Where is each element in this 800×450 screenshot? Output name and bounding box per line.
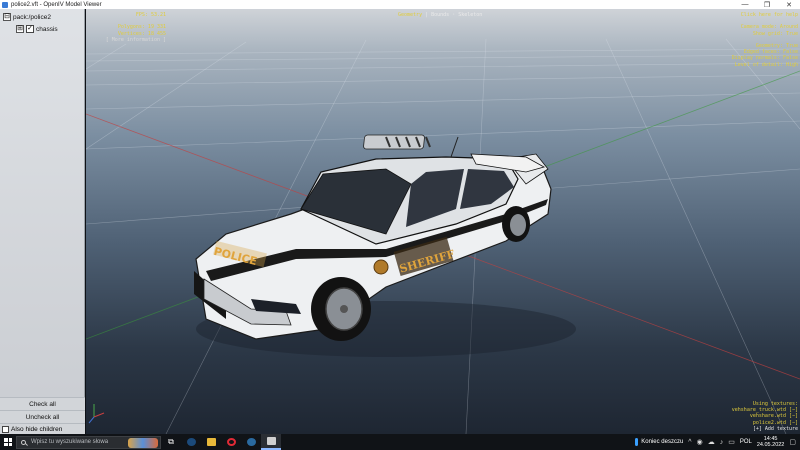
more-info-link[interactable]: [ More information ] (86, 37, 166, 43)
axis-gizmo (88, 404, 105, 424)
check-all-button[interactable]: Check all (0, 397, 85, 410)
tree-item-chassis[interactable]: ⊞ ✓ chassis (3, 23, 81, 35)
settings-overlay: Click here for help Camera mode: Around … (732, 12, 798, 68)
model-tree-panel: ⊟ pack:/police2 ⊞ ✓ chassis Check all Un… (0, 9, 85, 434)
minimize-button[interactable]: — (734, 0, 756, 9)
view-mode-switcher: Geometry | Bounds · Skeleton (398, 12, 482, 18)
openiv-taskbar-button[interactable] (261, 434, 281, 450)
notifications-icon[interactable]: ▢ (789, 438, 796, 446)
openiv-icon (266, 437, 276, 445)
search-highlight-image (128, 437, 158, 448)
tree-item-label: chassis (36, 25, 58, 33)
expand-icon[interactable]: ⊞ (16, 25, 24, 33)
uncheck-all-button[interactable]: Uncheck all (0, 410, 85, 423)
file-explorer-icon (206, 438, 216, 446)
opera-icon (226, 438, 236, 446)
search-placeholder: Wpisz tu wyszukiwane słowa (31, 439, 109, 445)
display-normals-toggle[interactable]: Display normals: False (732, 55, 798, 61)
stats-overlay: FPS: 53.21 Polygons: 19 331 Vertices: 18… (86, 12, 166, 43)
weather-icon (635, 438, 639, 446)
search-icon (21, 439, 26, 445)
tab-geometry[interactable]: Geometry (398, 12, 422, 18)
openiv-app-icon (2, 1, 8, 8)
model-tree: ⊟ pack:/police2 ⊞ ✓ chassis (0, 9, 84, 37)
opera-button[interactable] (221, 434, 241, 450)
system-tray: Koniec deszczu ^ ◉ ☁ ♪ ▭ POL 14:45 24.05… (635, 436, 800, 449)
help-link[interactable]: Click here for help (732, 12, 798, 18)
chassis-checkbox[interactable]: ✓ (26, 25, 34, 33)
minimize-icon: — (741, 1, 749, 8)
speaker-icon[interactable]: ♪ (720, 439, 724, 446)
tree-item-label: pack:/police2 (13, 13, 51, 21)
file-explorer-button[interactable] (201, 434, 221, 450)
collapse-icon[interactable]: ⊟ (3, 13, 11, 21)
chevron-up-icon[interactable]: ^ (688, 439, 691, 446)
windows-logo-icon (4, 438, 12, 446)
hide-children-label: Also hide children (11, 425, 63, 433)
tab-bounds-skeleton[interactable]: | Bounds · Skeleton (425, 12, 482, 18)
maximize-button[interactable]: ❐ (756, 0, 778, 9)
hide-children-checkbox[interactable] (2, 425, 9, 433)
window-title: police2.vft - OpenIV Model Viewer (11, 1, 102, 8)
camera-mode-toggle[interactable]: Camera mode: Around (732, 24, 798, 30)
steam-icon (186, 438, 196, 446)
weather-text: Koniec deszczu (641, 439, 684, 445)
sheriff-badge-icon (373, 259, 389, 275)
steam-icon (246, 438, 256, 446)
cloud-icon[interactable]: ☁ (708, 438, 715, 446)
police-car-model: POLICE SHERIFF (194, 134, 576, 357)
language-indicator[interactable]: POL (740, 439, 752, 445)
network-icon[interactable]: ◉ (697, 438, 703, 446)
hide-children-toggle[interactable]: Also hide children (0, 423, 85, 434)
scene-canvas: POLICE SHERIFF (86, 38, 800, 434)
tree-item-pack[interactable]: ⊟ pack:/police2 (3, 11, 81, 23)
steam-taskbar-button[interactable] (181, 434, 201, 450)
clock-date: 24.05.2022 (756, 442, 785, 448)
task-view-button[interactable]: ⧉ (161, 434, 181, 450)
close-button[interactable]: ✕ (778, 0, 800, 9)
add-texture-button[interactable]: [+] Add texture (732, 426, 798, 432)
model-viewport[interactable]: POLICE SHERIFF FPS: 53.21 Polygons: 19 3… (86, 9, 800, 434)
taskbar-clock[interactable]: 14:45 24.05.2022 (757, 436, 785, 449)
tree-actions: Check all Uncheck all Also hide children (0, 397, 85, 434)
maximize-icon: ❐ (763, 1, 771, 9)
close-icon: ✕ (786, 1, 792, 9)
weather-widget[interactable]: Koniec deszczu (635, 438, 683, 446)
taskbar-search[interactable]: Wpisz tu wyszukiwane słowa (16, 435, 161, 449)
monitor-icon[interactable]: ▭ (728, 438, 735, 446)
windows-taskbar: Wpisz tu wyszukiwane słowa ⧉ Koniec desz… (0, 434, 800, 450)
steam-taskbar-button-2[interactable] (241, 434, 261, 450)
task-view-icon: ⧉ (168, 437, 174, 446)
textures-overlay: Using textures: vehshare_truck.wtd [−] v… (732, 401, 798, 432)
lod-toggle[interactable]: Level of detail: High (732, 62, 798, 68)
title-bar: police2.vft - OpenIV Model Viewer — ❐ ✕ (0, 0, 800, 9)
start-button[interactable] (0, 434, 16, 450)
